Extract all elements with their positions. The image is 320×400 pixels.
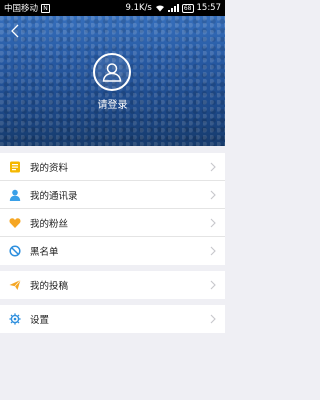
menu-item-my-contacts[interactable]: 我的通讯录 xyxy=(0,181,225,209)
contacts-icon xyxy=(9,189,21,201)
chevron-right-icon xyxy=(209,162,217,172)
menu-item-label: 我的资料 xyxy=(30,162,69,174)
menu-item-label: 我的通讯录 xyxy=(30,190,78,202)
chevron-right-icon xyxy=(209,314,217,324)
menu-item-my-submissions[interactable]: 我的投稿 xyxy=(0,271,225,299)
menu-item-blacklist[interactable]: 黑名单 xyxy=(0,237,225,265)
login-link[interactable]: 请登录 xyxy=(0,96,225,111)
user-icon xyxy=(102,63,122,82)
carrier-label: 中国移动 xyxy=(4,4,39,14)
avatar[interactable] xyxy=(93,53,131,91)
chevron-right-icon xyxy=(209,218,217,228)
menu-item-my-fans[interactable]: 我的粉丝 xyxy=(0,209,225,237)
battery-icon: 68 xyxy=(181,3,194,13)
menu-item-label: 我的投稿 xyxy=(30,281,69,292)
menu-item-label: 黑名单 xyxy=(30,247,59,258)
chevron-right-icon xyxy=(209,280,217,290)
menu-item-label: 设置 xyxy=(30,315,50,326)
clock: 15:57 xyxy=(196,3,222,13)
chevron-right-icon xyxy=(209,190,217,200)
block-icon xyxy=(9,245,21,257)
menu-group-settings: 设置 xyxy=(0,305,225,333)
chevron-right-icon xyxy=(209,246,217,256)
notification-icon: N xyxy=(41,3,51,13)
signal-icon xyxy=(167,4,179,12)
wifi-icon xyxy=(155,5,164,12)
gear-icon xyxy=(9,313,21,325)
paper-plane-icon xyxy=(9,279,21,291)
menu-item-label: 我的粉丝 xyxy=(30,218,69,230)
back-button[interactable] xyxy=(8,22,22,40)
menu-item-my-profile[interactable]: 我的资料 xyxy=(0,153,225,181)
profile-header: 请登录 xyxy=(0,16,225,146)
network-speed: 9.1K/s xyxy=(125,3,152,13)
heart-icon xyxy=(9,217,21,229)
menu-group-submissions: 我的投稿 xyxy=(0,271,225,299)
menu-item-settings[interactable]: 设置 xyxy=(0,305,225,333)
status-bar: 中国移动 N 9.1K/s 68 15:57 xyxy=(0,0,225,16)
profile-card-icon xyxy=(9,161,21,173)
menu-group-main: 我的资料 我的通讯录 我的粉丝 黑名单 xyxy=(0,153,225,265)
chevron-left-icon xyxy=(11,24,19,38)
